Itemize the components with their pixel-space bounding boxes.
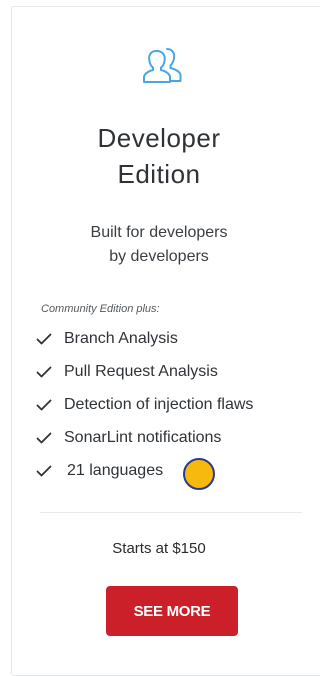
title-line-1: Developer <box>97 123 221 153</box>
check-icon <box>36 432 52 443</box>
feature-item: 21 languages <box>36 454 253 487</box>
feature-item: Detection of injection flaws <box>36 388 253 421</box>
feature-label: 21 languages <box>67 461 164 479</box>
feature-label: Detection of injection flaws <box>64 395 254 413</box>
feature-label: SonarLint notifications <box>64 428 222 446</box>
divider <box>40 512 302 513</box>
plus-label: Community Edition plus: <box>41 303 160 315</box>
edition-tagline: Built for developers by developers <box>0 221 318 269</box>
feature-list: Branch Analysis Pull Request Analysis De… <box>36 322 253 487</box>
feature-item: Branch Analysis <box>36 322 253 355</box>
check-icon <box>36 366 52 377</box>
feature-item: Pull Request Analysis <box>36 355 253 388</box>
check-icon <box>36 465 52 476</box>
see-more-button[interactable]: SEE MORE <box>106 586 238 636</box>
price-text: Starts at $150 <box>112 540 206 557</box>
feature-label: Pull Request Analysis <box>64 362 218 380</box>
edition-title: Developer Edition <box>0 120 318 192</box>
feature-label: Branch Analysis <box>64 329 178 347</box>
users-icon <box>141 45 185 85</box>
tagline-line-1: Built for developers <box>90 224 228 241</box>
check-icon <box>36 399 52 410</box>
cursor-indicator <box>183 458 215 490</box>
title-line-2: Edition <box>117 159 201 189</box>
feature-item: SonarLint notifications <box>36 421 253 454</box>
check-icon <box>36 333 52 344</box>
tagline-line-2: by developers <box>109 248 209 265</box>
